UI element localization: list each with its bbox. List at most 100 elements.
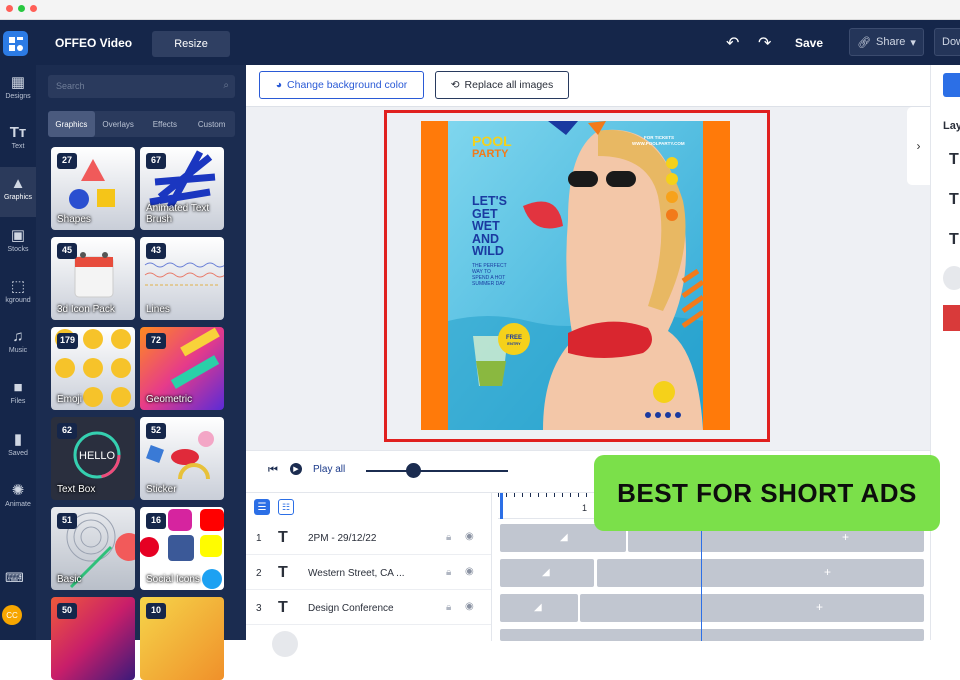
text-layer-icon: T bbox=[278, 529, 288, 546]
ruler-mark: 1 bbox=[582, 503, 588, 513]
skip-start-icon[interactable]: ⏮ bbox=[268, 464, 278, 477]
share-button[interactable]: 🔗︎ Share ▾ bbox=[849, 28, 924, 56]
card-pattern[interactable]: 50 bbox=[51, 597, 135, 680]
shapes-icon: ▲ bbox=[10, 175, 26, 192]
add-icon[interactable]: + bbox=[824, 565, 831, 579]
poster-image[interactable]: POOL PARTY FOR TICKETS WWW.POOLPARTY.COM… bbox=[448, 121, 703, 430]
rail-label: Saved bbox=[8, 450, 28, 457]
tab-effects[interactable]: Effects bbox=[142, 111, 189, 137]
row-label: Design Conference bbox=[308, 603, 394, 614]
maximize-dot[interactable] bbox=[18, 5, 25, 12]
layer-row[interactable]: 1 T 2PM - 29/12/22 🔒︎ ◉ bbox=[246, 521, 491, 555]
close-dot[interactable] bbox=[6, 5, 13, 12]
layer-thumb bbox=[272, 631, 298, 657]
canvas-toolbar: ◕ Change background color ⟲ Replace all … bbox=[246, 65, 930, 107]
add-icon[interactable]: + bbox=[842, 530, 849, 544]
row-label: 2PM - 29/12/22 bbox=[308, 533, 377, 544]
text-layer-icon: T bbox=[278, 599, 288, 616]
zoom-slider-thumb[interactable] bbox=[406, 463, 421, 478]
divider bbox=[491, 493, 492, 641]
card-animated-text-brush[interactable]: 67 Animated Text Brush bbox=[140, 147, 224, 230]
panel-action-button[interactable] bbox=[943, 73, 960, 97]
play-all-button[interactable]: Play all bbox=[313, 464, 345, 475]
eye-icon[interactable]: ◉ bbox=[465, 601, 474, 612]
card-sticker[interactable]: 52 Sticker bbox=[140, 417, 224, 500]
tab-custom[interactable]: Custom bbox=[188, 111, 235, 137]
music-icon: ♫ bbox=[12, 328, 24, 345]
layer-text-icon[interactable]: T bbox=[949, 151, 959, 169]
bookmark-icon: ▮ bbox=[13, 431, 23, 448]
window-chrome bbox=[0, 0, 960, 20]
rail-item-saved[interactable]: ▮ Saved bbox=[0, 422, 36, 472]
track-segment[interactable]: + bbox=[580, 594, 924, 622]
card-3d-icon-pack[interactable]: 45 3d Icon Pack bbox=[51, 237, 135, 320]
minimize-dot[interactable] bbox=[30, 5, 37, 12]
card-emoji[interactable]: 179 Emoji bbox=[51, 327, 135, 410]
card-text-box[interactable]: HELLO 62 Text Box bbox=[51, 417, 135, 500]
card-name: Text Box bbox=[57, 484, 96, 495]
palette-icon: ◕ bbox=[275, 79, 283, 91]
layer-shape-thumb[interactable] bbox=[943, 266, 960, 290]
grid-view-icon[interactable]: ☷ bbox=[278, 499, 294, 515]
card-lines[interactable]: 43 Lines bbox=[140, 237, 224, 320]
card-basic[interactable]: 51 Basic bbox=[51, 507, 135, 590]
list-view-icon[interactable]: ☰ bbox=[254, 499, 270, 515]
card-illustration[interactable]: 10 bbox=[140, 597, 224, 680]
layer-row[interactable]: 2 T Western Street, CA ... 🔒︎ ◉ bbox=[246, 556, 491, 590]
easing-icon: ◢ bbox=[542, 567, 550, 578]
tab-graphics[interactable]: Graphics bbox=[48, 111, 95, 137]
change-background-button[interactable]: ◕ Change background color bbox=[259, 71, 424, 99]
link-icon: 🔗︎ bbox=[857, 36, 872, 49]
add-icon[interactable]: + bbox=[816, 600, 823, 614]
save-button[interactable]: Save bbox=[795, 36, 823, 50]
layer-row[interactable]: 3 T Design Conference 🔒︎ ◉ bbox=[246, 591, 491, 625]
track-segment[interactable] bbox=[500, 629, 924, 641]
card-social-icons[interactable]: 16 Social Icons bbox=[140, 507, 224, 590]
keyboard-icon[interactable]: ⌨ bbox=[5, 570, 24, 586]
resize-button[interactable]: Resize bbox=[152, 31, 230, 57]
lock-icon[interactable]: 🔒︎ bbox=[446, 532, 451, 543]
rail-item-background[interactable]: ⬚ kground bbox=[0, 269, 36, 319]
card-shapes[interactable]: 27 Shapes bbox=[51, 147, 135, 230]
card-geometric[interactable]: 72 Geometric bbox=[140, 327, 224, 410]
eye-icon[interactable]: ◉ bbox=[465, 531, 474, 542]
poster-url: WWW.POOLPARTY.COM bbox=[632, 141, 685, 146]
card-name: 3d Icon Pack bbox=[57, 304, 115, 315]
expand-right-panel-button[interactable]: › bbox=[907, 107, 930, 185]
rail-item-music[interactable]: ♫ Music bbox=[0, 320, 36, 370]
tab-overlays[interactable]: Overlays bbox=[95, 111, 142, 137]
play-icon[interactable]: ▶ bbox=[290, 463, 302, 475]
headline-line: WET bbox=[472, 219, 500, 233]
rail-item-files[interactable]: ■ Files bbox=[0, 371, 36, 421]
playhead[interactable] bbox=[500, 493, 503, 519]
track-segment[interactable]: ◢ bbox=[500, 559, 594, 587]
layer-text-icon[interactable]: T bbox=[949, 231, 959, 249]
lock-icon[interactable]: 🔒︎ bbox=[446, 602, 451, 613]
avatar[interactable]: CC bbox=[2, 605, 22, 625]
zoom-slider-track[interactable] bbox=[366, 470, 508, 472]
lock-icon[interactable]: 🔒︎ bbox=[446, 567, 451, 578]
eye-icon[interactable]: ◉ bbox=[465, 566, 474, 577]
rail-item-text[interactable]: Tт Text bbox=[0, 116, 36, 166]
rail-item-stocks[interactable]: ▣ Stocks bbox=[0, 218, 36, 268]
rail-label: kground bbox=[5, 297, 31, 304]
redo-icon[interactable]: ↷ bbox=[758, 33, 771, 53]
layer-row[interactable] bbox=[246, 626, 491, 660]
layer-image-thumb[interactable] bbox=[943, 305, 960, 331]
undo-icon[interactable]: ↶ bbox=[726, 33, 739, 53]
search-input[interactable]: Search ⌕ bbox=[48, 75, 235, 98]
layer-text-icon[interactable]: T bbox=[949, 191, 959, 209]
track-segment[interactable]: ◢ bbox=[500, 594, 578, 622]
image-icon: ▣ bbox=[10, 227, 26, 244]
rail-label: Stocks bbox=[7, 246, 29, 253]
rail-item-animate[interactable]: ✺ Animate bbox=[0, 473, 36, 523]
rail-item-designs[interactable]: ▦ Designs bbox=[0, 65, 36, 115]
track-segment[interactable]: + bbox=[597, 559, 924, 587]
app-title: OFFEO Video bbox=[55, 36, 133, 50]
rail-label: Files bbox=[10, 398, 26, 405]
poster-title-party: PARTY bbox=[472, 148, 509, 160]
download-button[interactable]: Dow bbox=[934, 28, 960, 56]
rail-item-graphics[interactable]: ▲ Graphics bbox=[0, 167, 36, 217]
replace-images-button[interactable]: ⟲ Replace all images bbox=[435, 71, 569, 99]
offeo-logo-icon[interactable] bbox=[3, 31, 28, 56]
